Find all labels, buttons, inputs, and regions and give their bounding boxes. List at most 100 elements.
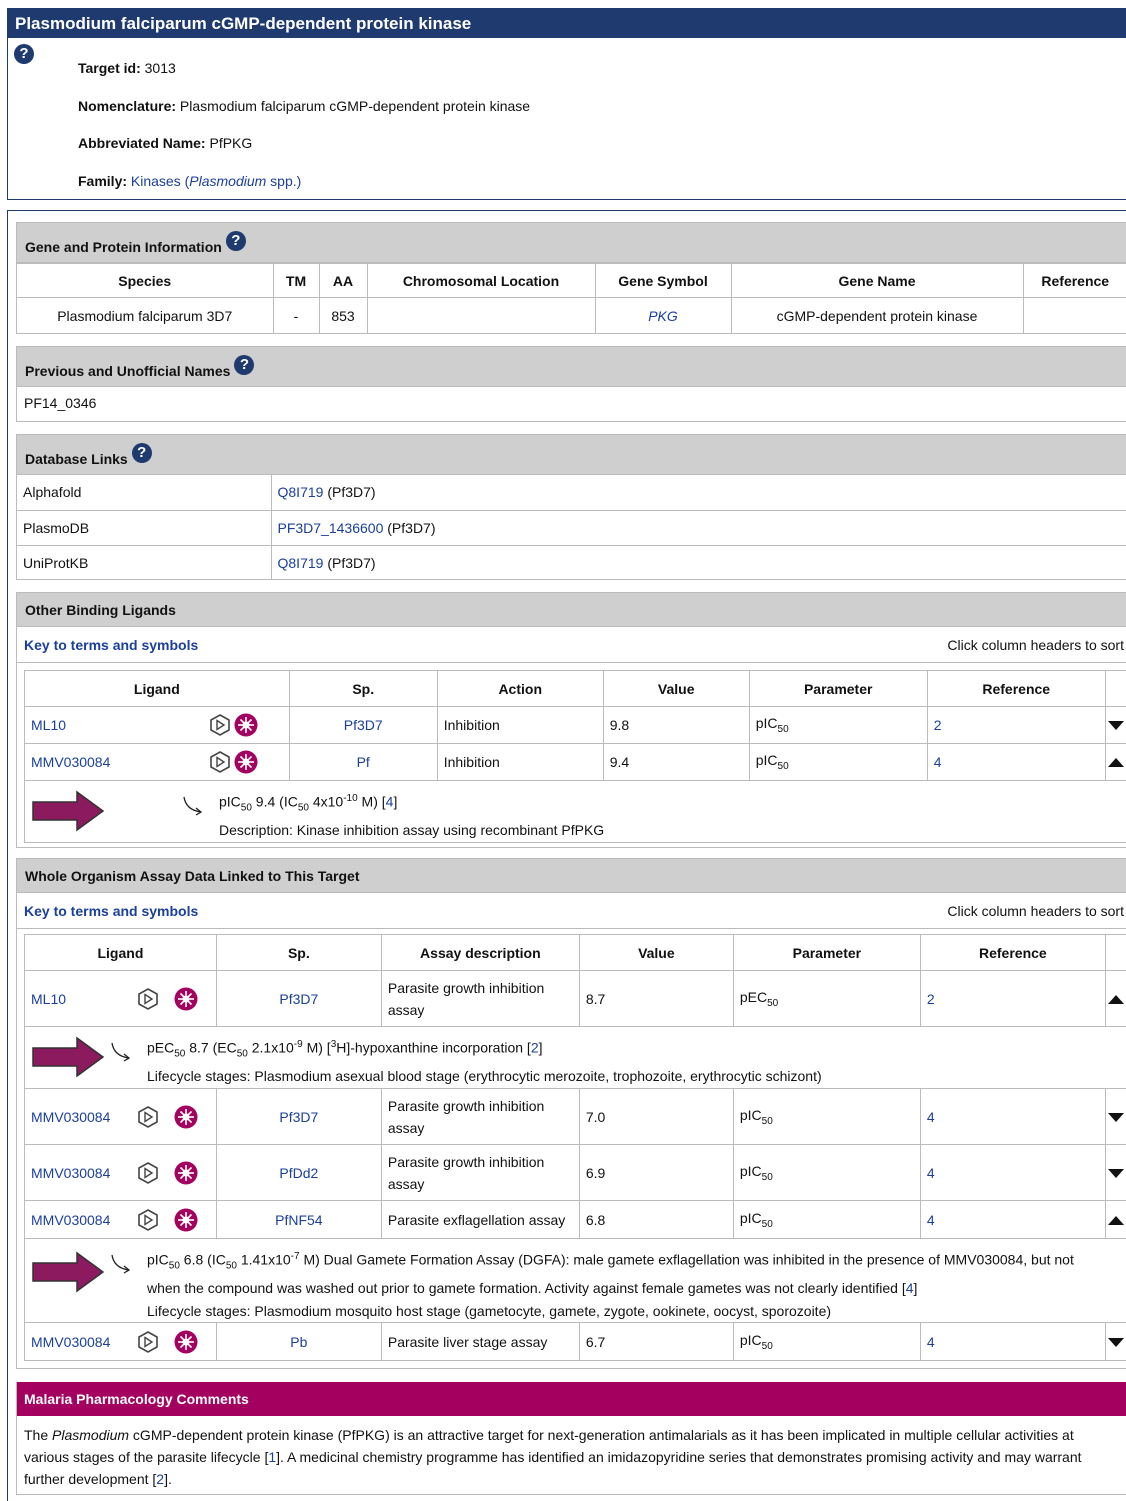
binding-keybar: Key to terms and symbols Click column he… xyxy=(17,627,1126,663)
ligand-link[interactable]: ML10 xyxy=(31,991,66,1007)
malaria-parasite-icon[interactable] xyxy=(174,1161,198,1185)
col-ligand[interactable]: Ligand xyxy=(24,670,290,707)
ref-link[interactable]: 2 xyxy=(531,1040,539,1056)
col-assay[interactable]: Assay description xyxy=(380,934,580,971)
db-link[interactable]: Q8I719 xyxy=(278,484,324,500)
col-aa: AA xyxy=(318,263,368,298)
help-icon[interactable]: ? xyxy=(234,354,255,375)
hexagon-play-icon[interactable] xyxy=(137,1105,159,1128)
ligand-cell: MMV030084 xyxy=(24,1322,135,1361)
sort-up-icon[interactable] xyxy=(1108,994,1125,1004)
ref-link[interactable]: 2 xyxy=(927,991,935,1007)
param-sub: 50 xyxy=(777,723,789,735)
ligand-link[interactable]: MMV030084 xyxy=(31,1212,110,1228)
hexagon-play-icon[interactable] xyxy=(137,1330,159,1353)
ligand-link[interactable]: MMV030084 xyxy=(31,1334,110,1350)
ref-link[interactable]: 2 xyxy=(156,1471,164,1487)
arrow-right-icon xyxy=(32,1251,105,1293)
binding-heading: Other Binding Ligands xyxy=(25,601,176,618)
gene-symbol-link[interactable]: PKG xyxy=(648,308,678,324)
tm-cell: - xyxy=(272,297,320,334)
ref-link[interactable]: 2 xyxy=(934,717,942,733)
ref-link[interactable]: 4 xyxy=(927,1165,935,1181)
parameter-cell: pIC50 xyxy=(732,1322,921,1361)
ligand-link[interactable]: MMV030084 xyxy=(31,1165,110,1181)
ligand-link[interactable]: MMV030084 xyxy=(31,754,110,770)
sort-down-icon[interactable] xyxy=(1108,721,1125,730)
detail-part: ] xyxy=(393,793,398,810)
ligand-cell: ML10 xyxy=(24,706,205,744)
ref-link[interactable]: 4 xyxy=(934,754,942,770)
assay-cell: Parasite exflagellation assay xyxy=(380,1200,580,1239)
sp-cell: PfDd2 xyxy=(215,1144,382,1201)
sp-link[interactable]: Pf3D7 xyxy=(344,717,383,733)
help-icon[interactable]: ? xyxy=(131,442,152,463)
action-cell: Inhibition xyxy=(436,743,604,781)
col-sp[interactable]: Sp. xyxy=(215,934,382,971)
ligand-cell: MMV030084 xyxy=(24,743,205,781)
hexagon-play-icon[interactable] xyxy=(137,1208,159,1231)
col-gene-name: Gene Name xyxy=(730,263,1024,298)
db-link-cell: Q8I719 (Pf3D7) xyxy=(270,544,1126,580)
detail-sup: -10 xyxy=(343,793,358,804)
malaria-parasite-icon[interactable] xyxy=(234,713,258,737)
reference-cell: 4 xyxy=(919,1200,1106,1239)
sort-up-icon[interactable] xyxy=(1108,1215,1125,1225)
sp-link[interactable]: Pb xyxy=(290,1334,307,1350)
hexagon-play-icon[interactable] xyxy=(137,987,159,1010)
col-value[interactable]: Value xyxy=(578,934,734,971)
col-parameter[interactable]: Parameter xyxy=(748,670,928,707)
col-parameter[interactable]: Parameter xyxy=(732,934,921,971)
malaria-parasite-icon[interactable] xyxy=(174,1105,198,1129)
help-icon[interactable]: ? xyxy=(14,44,34,64)
hexagon-play-icon[interactable] xyxy=(137,1161,159,1184)
malaria-parasite-icon[interactable] xyxy=(234,750,258,774)
sort-up-icon[interactable] xyxy=(1108,758,1125,767)
abbrev-label: Abbreviated Name: xyxy=(78,135,206,151)
sort-down-icon[interactable] xyxy=(1108,1337,1125,1347)
ref-link[interactable]: 4 xyxy=(927,1212,935,1228)
family-link-text: Kinases ( xyxy=(130,173,190,189)
binding-section-header: Other Binding Ligands xyxy=(17,593,1126,627)
ref-link[interactable]: 1 xyxy=(268,1449,276,1465)
ref-link[interactable]: 4 xyxy=(927,1109,935,1125)
col-value[interactable]: Value xyxy=(602,670,750,707)
db-link[interactable]: Q8I719 xyxy=(278,555,324,571)
hexagon-play-icon[interactable] xyxy=(209,714,231,736)
malaria-parasite-icon[interactable] xyxy=(174,1208,198,1232)
ligand-link[interactable]: MMV030084 xyxy=(31,1109,110,1125)
ligand-icons xyxy=(204,743,290,781)
col-reference[interactable]: Reference xyxy=(926,670,1106,707)
col-sp[interactable]: Sp. xyxy=(288,670,438,707)
parameter-cell: pIC50 xyxy=(748,743,928,781)
hexagon-play-icon[interactable] xyxy=(209,751,231,773)
key-link[interactable]: Key to terms and symbols xyxy=(24,637,198,653)
detail-part: 4x10 xyxy=(308,793,344,810)
key-link[interactable]: Key to terms and symbols xyxy=(24,903,198,919)
ref-link[interactable]: 4 xyxy=(906,1280,914,1296)
sort-down-icon[interactable] xyxy=(1108,1168,1125,1178)
col-tm: TM xyxy=(272,263,320,298)
sort-down-icon[interactable] xyxy=(1108,1112,1125,1122)
sp-link[interactable]: Pf xyxy=(357,754,370,770)
detail-sup: -7 xyxy=(290,1251,300,1262)
whole-detail2-line1: pIC50 6.8 (IC50 1.41x10-7 M) Dual Gamete… xyxy=(147,1245,1122,1277)
help-icon[interactable]: ? xyxy=(225,230,246,251)
sp-link[interactable]: Pf3D7 xyxy=(279,991,318,1007)
malaria-parasite-icon[interactable] xyxy=(174,987,198,1011)
col-ligand[interactable]: Ligand xyxy=(24,934,217,971)
ref-link[interactable]: 4 xyxy=(927,1334,935,1350)
col-reference[interactable]: Reference xyxy=(919,934,1106,971)
ligand-link[interactable]: ML10 xyxy=(31,717,66,733)
col-reference: Reference xyxy=(1022,263,1126,298)
sp-link[interactable]: PfNF54 xyxy=(275,1212,322,1228)
col-action[interactable]: Action xyxy=(436,670,604,707)
sp-link[interactable]: Pf3D7 xyxy=(279,1109,318,1125)
malaria-parasite-icon[interactable] xyxy=(174,1330,198,1354)
table-row: Plasmodium falciparum 3D7 - 853 PKG cGMP… xyxy=(17,297,1126,334)
detail-sub: 50 xyxy=(297,802,309,814)
sp-link[interactable]: PfDd2 xyxy=(279,1165,318,1181)
db-link[interactable]: PF3D7_1436600 xyxy=(278,520,384,536)
family-link-italic: Plasmodium xyxy=(189,173,267,189)
family-link[interactable]: Kinases (Plasmodium spp.) xyxy=(131,173,301,189)
